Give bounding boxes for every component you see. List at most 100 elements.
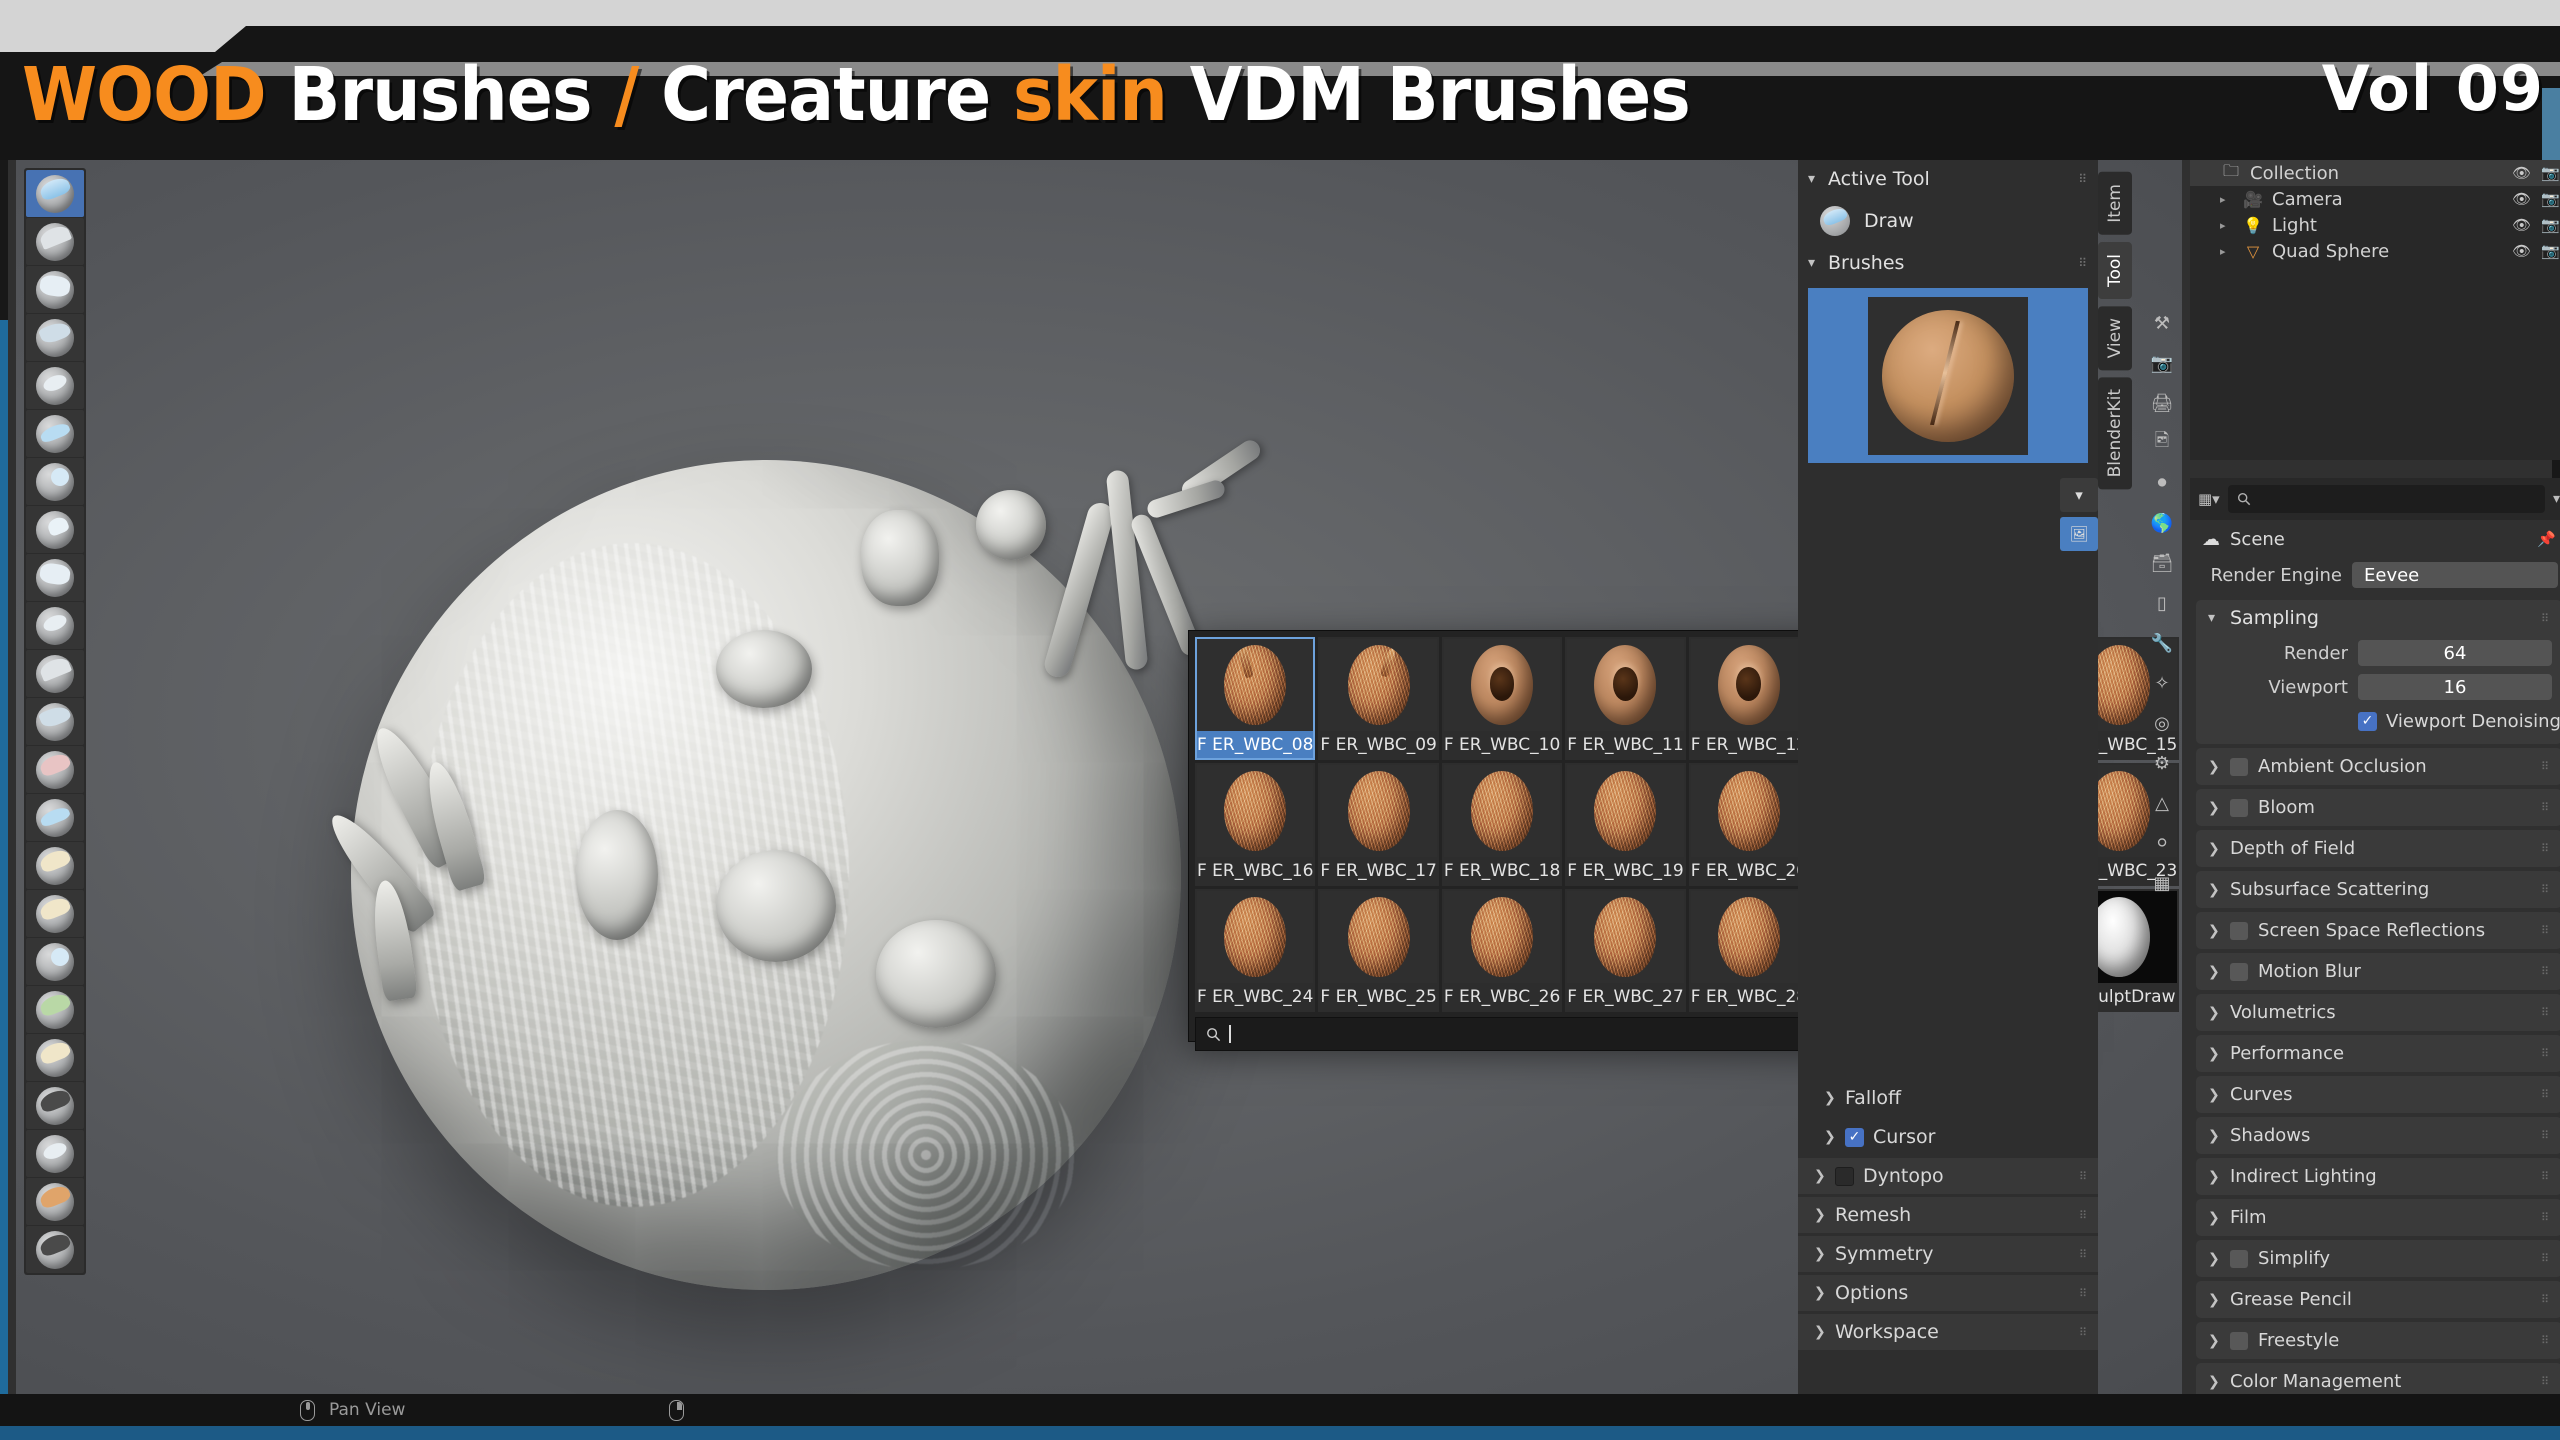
toolbar-elastic-deform-brush[interactable] bbox=[26, 938, 84, 985]
toolbar-fill-brush[interactable] bbox=[26, 698, 84, 745]
tool-side-panel[interactable]: ▾ Active Tool ⠿ Draw ▾ Brushes ⠿ ▾ 🖼 ❯ F… bbox=[1798, 160, 2098, 1418]
property-section-grease-pencil[interactable]: ❯ Grease Pencil ⠿ bbox=[2196, 1281, 2560, 1318]
eye-icon[interactable]: 👁 bbox=[2512, 164, 2531, 182]
brush-item[interactable]: F ER_WBC_08 bbox=[1195, 637, 1316, 760]
section-enable-checkbox[interactable] bbox=[2230, 1249, 2248, 1268]
brush-item[interactable]: F ER_WBC_24 bbox=[1195, 889, 1316, 1012]
toolbar-inflate-brush[interactable] bbox=[26, 458, 84, 505]
property-section-motion-blur[interactable]: ❯ Motion Blur ⠿ bbox=[2196, 953, 2560, 990]
brush-item[interactable]: F ER_WBC_09 bbox=[1318, 637, 1439, 760]
brush-item[interactable]: F ER_WBC_19 bbox=[1565, 763, 1686, 886]
property-section-curves[interactable]: ❯ Curves ⠿ bbox=[2196, 1076, 2560, 1113]
toolbar-blob-brush[interactable] bbox=[26, 506, 84, 553]
camera-render-icon[interactable]: 📷 bbox=[2541, 216, 2560, 234]
active-tool-entry[interactable]: Draw bbox=[1798, 198, 2098, 244]
side-tab-tool[interactable]: Tool bbox=[2098, 241, 2132, 299]
tool-properties-icon[interactable]: ⚒ bbox=[2149, 310, 2175, 336]
toolbar-clay-thumb-brush[interactable] bbox=[26, 362, 84, 409]
view-layer-properties-icon[interactable]: 🖻 bbox=[2149, 430, 2175, 456]
outliner-editor[interactable]: 🗀 Collection 👁 📷 ▸ 🎥 Camera 👁 📷 ▸ 💡 Light 👁 📷 ▸ ▽ Quad S… bbox=[2190, 160, 2560, 460]
render-engine-value[interactable]: Eevee bbox=[2352, 562, 2558, 588]
constraint-properties-icon[interactable]: ⚙ bbox=[2149, 750, 2175, 776]
active-tool-header[interactable]: ▾ Active Tool ⠿ bbox=[1798, 160, 2098, 198]
toolbar-clay-brush[interactable] bbox=[26, 266, 84, 313]
modifier-properties-icon[interactable]: 🔧 bbox=[2149, 630, 2175, 656]
world-properties-icon[interactable]: 🌎 bbox=[2149, 510, 2175, 536]
toolbar-grab-brush[interactable] bbox=[26, 890, 84, 937]
cursor-checkbox[interactable]: ✓ bbox=[1845, 1127, 1864, 1147]
data-properties-icon[interactable]: △ bbox=[2149, 790, 2175, 816]
property-section-performance[interactable]: ❯ Performance ⠿ bbox=[2196, 1035, 2560, 1072]
brush-dropdown-button[interactable]: ▾ bbox=[2060, 478, 2098, 512]
tool-section-workspace[interactable]: ❯ Workspace ⠿ bbox=[1798, 1314, 2098, 1350]
viewport-denoising-row[interactable]: ✓ Viewport Denoising bbox=[2196, 704, 2560, 738]
tool-section-options[interactable]: ❯ Options ⠿ bbox=[1798, 1275, 2098, 1311]
tool-section-cursor[interactable]: ❯ ✓ Cursor bbox=[1798, 1119, 2098, 1155]
object-properties-icon[interactable]: ▯ bbox=[2149, 590, 2175, 616]
scene-properties-icon[interactable]: ⚫ bbox=[2149, 470, 2175, 496]
properties-section-list[interactable]: ❯ Ambient Occlusion ⠿ ❯ Bloom ⠿ ❯ Depth of Fiel… bbox=[2190, 748, 2560, 1400]
brush-item[interactable]: F ER_WBC_28 bbox=[1688, 889, 1810, 1012]
tool-section-dyntopo[interactable]: ❯ Dyntopo ⠿ bbox=[1798, 1158, 2098, 1194]
sampling-render-field[interactable]: Render 64 bbox=[2196, 636, 2560, 670]
section-enable-checkbox[interactable] bbox=[2230, 798, 2248, 817]
sampling-render-value[interactable]: 64 bbox=[2358, 640, 2552, 666]
pin-icon[interactable]: 📌 bbox=[2537, 530, 2556, 548]
tool-section-symmetry[interactable]: ❯ Symmetry ⠿ bbox=[1798, 1236, 2098, 1272]
toolbar-draw-brush[interactable] bbox=[26, 170, 84, 217]
brush-item[interactable]: F ER_WBC_11 bbox=[1565, 637, 1686, 760]
property-section-indirect-lighting[interactable]: ❯ Indirect Lighting ⠿ bbox=[2196, 1158, 2560, 1195]
material-properties-icon[interactable]: ⚪ bbox=[2149, 830, 2175, 856]
toolbar-pose-brush[interactable] bbox=[26, 1082, 84, 1129]
camera-render-icon[interactable]: 📷 bbox=[2541, 190, 2560, 208]
eye-icon[interactable]: 👁 bbox=[2512, 242, 2531, 260]
section-enable-checkbox[interactable] bbox=[2230, 757, 2248, 776]
property-section-ambient-occlusion[interactable]: ❯ Ambient Occlusion ⠿ bbox=[2196, 748, 2560, 785]
render-properties-icon[interactable]: 📷 bbox=[2149, 350, 2175, 376]
outliner-row[interactable]: 🗀 Collection 👁 📷 bbox=[2190, 160, 2560, 186]
tool-section-remesh[interactable]: ❯ Remesh ⠿ bbox=[1798, 1197, 2098, 1233]
property-section-subsurface-scattering[interactable]: ❯ Subsurface Scattering ⠿ bbox=[2196, 871, 2560, 908]
brush-item[interactable]: F ER_WBC_12 bbox=[1688, 637, 1810, 760]
outliner-row-toggles[interactable]: 👁 📷 bbox=[2512, 190, 2560, 208]
texture-properties-icon[interactable]: ▦ bbox=[2149, 870, 2175, 896]
property-section-simplify[interactable]: ❯ Simplify ⠿ bbox=[2196, 1240, 2560, 1277]
property-section-screen-space-reflections[interactable]: ❯ Screen Space Reflections ⠿ bbox=[2196, 912, 2560, 949]
brush-item[interactable]: F ER_WBC_25 bbox=[1318, 889, 1439, 1012]
outliner-row-toggles[interactable]: 👁 📷 bbox=[2512, 242, 2560, 260]
brush-preview[interactable] bbox=[1808, 288, 2088, 463]
properties-topbar[interactable]: ▦▾ ▾ bbox=[2190, 478, 2560, 520]
properties-tab-rail[interactable]: ⚒ 📷 🖨 🖻 ⚫ 🌎 🗃 ▯ 🔧 ✧ ◎ ⚙ △ ⚪ ▦ bbox=[2142, 310, 2182, 896]
side-tab-item[interactable]: Item bbox=[2098, 172, 2132, 235]
toolbar-multiplane-scrape-brush[interactable] bbox=[26, 794, 84, 841]
toolbar-thumb-brush[interactable] bbox=[26, 1034, 84, 1081]
outliner-row[interactable]: ▸ 🎥 Camera 👁 📷 bbox=[2190, 186, 2560, 212]
tool-panel-sections[interactable]: ❯ Falloff ❯ ✓ Cursor ❯ Dyntopo ⠿ ❯ Remesh ⠿ ❯ Symmet… bbox=[1798, 1080, 2098, 1353]
sampling-viewport-field[interactable]: Viewport 16 bbox=[2196, 670, 2560, 704]
toolbar-flatten-brush[interactable] bbox=[26, 650, 84, 697]
sculpt-toolbar[interactable] bbox=[24, 168, 86, 1275]
camera-render-icon[interactable]: 📷 bbox=[2541, 242, 2560, 260]
physics-properties-icon[interactable]: ◎ bbox=[2149, 710, 2175, 736]
output-properties-icon[interactable]: 🖨 bbox=[2149, 390, 2175, 416]
property-section-freestyle[interactable]: ❯ Freestyle ⠿ bbox=[2196, 1322, 2560, 1359]
section-enable-checkbox[interactable] bbox=[2230, 962, 2248, 981]
disclosure-triangle-icon[interactable]: ▸ bbox=[2220, 193, 2234, 206]
outliner-row[interactable]: ▸ ▽ Quad Sphere 👁 📷 bbox=[2190, 238, 2560, 264]
brush-item[interactable]: F ER_WBC_10 bbox=[1441, 637, 1563, 760]
outliner-row[interactable]: ▸ 💡 Light 👁 📷 bbox=[2190, 212, 2560, 238]
brush-item[interactable]: F ER_WBC_17 bbox=[1318, 763, 1439, 886]
property-section-volumetrics[interactable]: ❯ Volumetrics ⠿ bbox=[2196, 994, 2560, 1031]
camera-render-icon[interactable]: 📷 bbox=[2541, 164, 2560, 182]
toolbar-slide-relax-brush[interactable] bbox=[26, 1226, 84, 1273]
disclosure-triangle-icon[interactable]: ▸ bbox=[2220, 219, 2234, 232]
properties-editor[interactable]: ▦▾ ▾ ☁ Scene 📌 Render Engine Eevee ▾ Sam… bbox=[2190, 478, 2560, 1418]
sampling-viewport-value[interactable]: 16 bbox=[2358, 674, 2552, 700]
toolbar-scrape-brush[interactable] bbox=[26, 746, 84, 793]
brush-item[interactable]: F ER_WBC_16 bbox=[1195, 763, 1316, 886]
toolbar-draw-sharp-brush[interactable] bbox=[26, 218, 84, 265]
brushes-header[interactable]: ▾ Brushes ⠿ bbox=[1798, 244, 2098, 282]
sampling-header[interactable]: ▾ Sampling ⠿ bbox=[2196, 600, 2560, 636]
toolbar-clay-strips-brush[interactable] bbox=[26, 314, 84, 361]
collection-properties-icon[interactable]: 🗃 bbox=[2149, 550, 2175, 576]
